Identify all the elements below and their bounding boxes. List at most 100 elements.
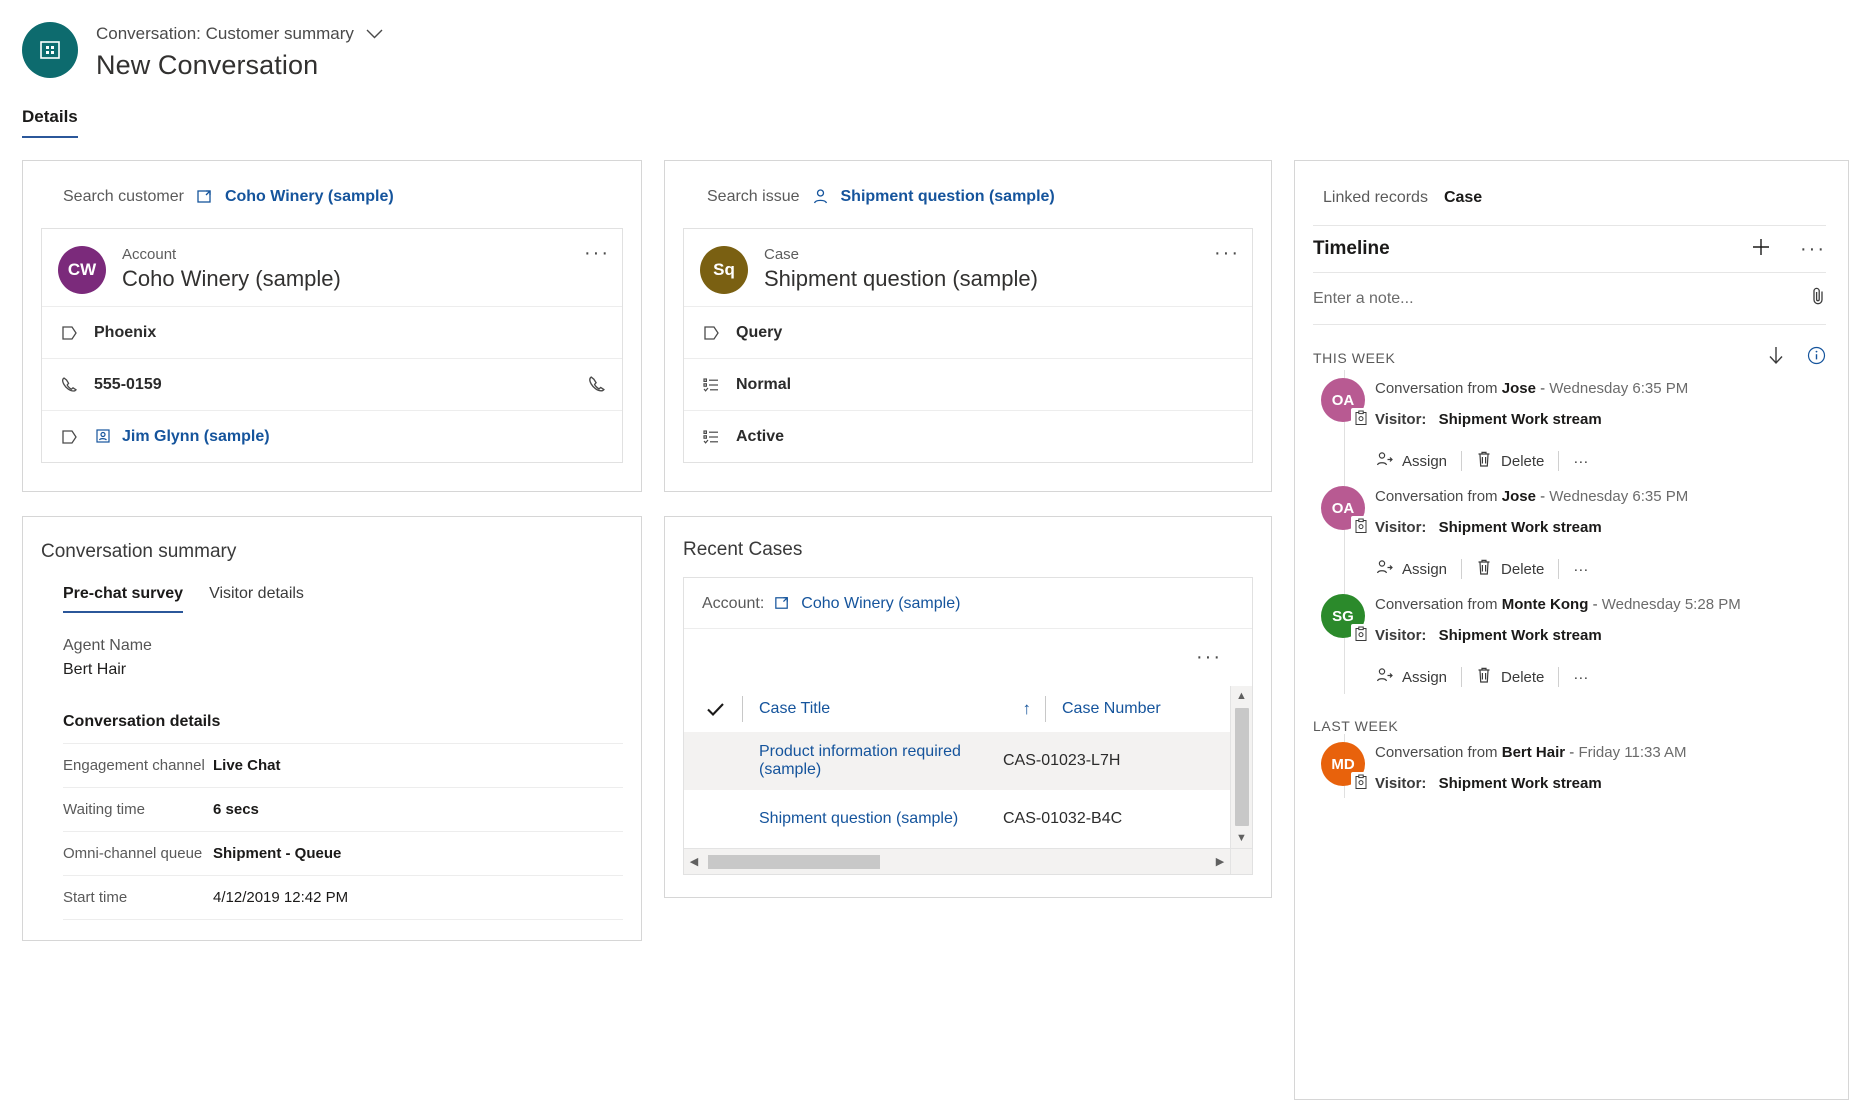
more-options-icon[interactable]: ···	[1573, 453, 1602, 470]
customer-panel: Search customer Coho Winery (sample) CW	[22, 160, 642, 492]
assign-label: Assign	[1402, 453, 1447, 470]
case-status-value: Active	[736, 428, 784, 446]
phone-icon	[58, 376, 80, 394]
customer-search-value[interactable]: Coho Winery (sample)	[225, 188, 394, 206]
delete-label: Delete	[1501, 453, 1544, 470]
timeline-item-prefix: Conversation from	[1375, 596, 1498, 613]
timeline-items-this-week: OA Conversation from Jose - Wednesday 6:…	[1313, 370, 1848, 694]
table-row[interactable]: Product information required (sample) CA…	[684, 732, 1252, 790]
assign-label: Assign	[1402, 669, 1447, 686]
scrollbar-thumb[interactable]	[708, 855, 880, 869]
account-contact-link[interactable]: Jim Glynn (sample)	[94, 427, 270, 446]
timeline-item-dash: -	[1540, 488, 1545, 505]
linked-records-value[interactable]: Case	[1444, 189, 1482, 207]
search-issue-label: Search issue	[707, 188, 800, 206]
column-header-case-number[interactable]: Case Number	[1062, 700, 1252, 718]
timeline-item-field-value: Shipment Work stream	[1439, 627, 1602, 644]
action-divider	[1558, 451, 1559, 471]
column-header-case-title[interactable]: Case Title ↑	[759, 699, 1045, 719]
account-entity-icon	[195, 187, 214, 206]
scroll-up-icon[interactable]: ▲	[1236, 686, 1247, 706]
breadcrumb[interactable]: Conversation: Customer summary	[96, 24, 383, 44]
list-item[interactable]: SG Conversation from Monte Kong - Wednes…	[1313, 586, 1848, 694]
tab-pre-chat-survey[interactable]: Pre-chat survey	[63, 585, 183, 613]
timeline-item-heading: Conversation from Monte Kong - Wednesday…	[1375, 596, 1826, 613]
list-item[interactable]: OA Conversation from Jose - Wednesday 6:…	[1313, 478, 1848, 586]
case-field-priority: Normal	[684, 358, 1252, 410]
case-entity-header: Sq Case Shipment question (sample) ···	[684, 229, 1252, 306]
priority-list-icon	[700, 377, 722, 393]
delete-label: Delete	[1501, 669, 1544, 686]
column-divider	[742, 696, 743, 722]
scroll-left-icon[interactable]: ◀	[684, 855, 704, 868]
horizontal-scrollbar[interactable]: ◀ ▶	[684, 848, 1252, 874]
customer-search-row[interactable]: Search customer Coho Winery (sample)	[23, 161, 641, 228]
list-item[interactable]: OA Conversation from Jose - Wednesday 6:…	[1313, 370, 1848, 478]
more-options-icon[interactable]: ···	[1800, 239, 1826, 259]
recent-cases-table: Case Title ↑ Case Number Product informa…	[684, 686, 1252, 848]
timeline-group-label: THIS WEEK	[1313, 350, 1395, 366]
account-field-contact: Jim Glynn (sample)	[42, 410, 622, 462]
table-row[interactable]: Shipment question (sample) CAS-01032-B4C	[684, 790, 1252, 848]
linked-records-label: Linked records	[1323, 189, 1428, 207]
account-contact-value: Jim Glynn (sample)	[122, 428, 270, 446]
info-icon[interactable]	[1807, 346, 1826, 370]
account-phone-value: 555-0159	[94, 376, 162, 394]
scroll-down-icon[interactable]: ▼	[1236, 828, 1247, 848]
assign-label: Assign	[1402, 561, 1447, 578]
more-options-icon[interactable]: ···	[1573, 669, 1602, 686]
conversation-details-heading: Conversation details	[63, 713, 623, 731]
avatar-initials: CW	[68, 260, 96, 280]
table-row: Engagement channel Live Chat	[63, 744, 623, 788]
paperclip-icon[interactable]	[1811, 286, 1826, 311]
vertical-scrollbar[interactable]: ▲ ▼	[1230, 686, 1252, 848]
tab-details[interactable]: Details	[22, 107, 78, 138]
timeline-item-heading: Conversation from Jose - Wednesday 6:35 …	[1375, 488, 1826, 505]
checkmark-icon[interactable]	[706, 701, 742, 717]
middle-column: Search issue Shipment question (sample) …	[664, 160, 1272, 898]
assign-button[interactable]: Assign	[1375, 558, 1461, 580]
delete-button[interactable]: Delete	[1476, 666, 1558, 688]
scrollbar-track[interactable]	[704, 855, 1210, 869]
more-options-icon[interactable]: ···	[584, 243, 610, 263]
timeline-item-dash: -	[1569, 744, 1574, 761]
trash-icon	[1476, 558, 1492, 580]
case-title-cell[interactable]: Product information required (sample)	[706, 743, 992, 779]
entity-type-label: Case	[764, 246, 1038, 263]
delete-button[interactable]: Delete	[1476, 450, 1558, 472]
chevron-down-icon[interactable]	[366, 29, 383, 39]
note-input-row[interactable]: Enter a note...	[1313, 273, 1826, 325]
arrow-up-icon[interactable]: ↑	[1023, 699, 1046, 719]
contact-entity-icon	[94, 427, 113, 446]
add-icon[interactable]	[1750, 236, 1772, 263]
case-type-value: Query	[736, 324, 782, 342]
account-filter-value[interactable]: Coho Winery (sample)	[801, 595, 960, 613]
omnichannel-app-icon	[22, 22, 78, 78]
more-options-icon[interactable]: ···	[1196, 647, 1222, 667]
timeline-item-field: Visitor: Shipment Work stream	[1375, 411, 1826, 428]
assign-button[interactable]: Assign	[1375, 666, 1461, 688]
agent-name-label: Agent Name	[63, 637, 623, 655]
issue-search-value[interactable]: Shipment question (sample)	[841, 188, 1055, 206]
more-options-icon[interactable]: ···	[1214, 243, 1240, 263]
status-list-icon	[700, 429, 722, 445]
delete-button[interactable]: Delete	[1476, 558, 1558, 580]
timeline-item-time: Wednesday 5:28 PM	[1602, 596, 1741, 613]
scroll-right-icon[interactable]: ▶	[1210, 855, 1230, 868]
call-icon[interactable]	[587, 375, 606, 394]
timeline-item-field: Visitor: Shipment Work stream	[1375, 775, 1826, 792]
tab-visitor-details[interactable]: Visitor details	[209, 585, 304, 613]
scrollbar-thumb[interactable]	[1235, 708, 1249, 826]
detail-value: Shipment - Queue	[213, 845, 341, 862]
assign-button[interactable]: Assign	[1375, 450, 1461, 472]
list-item[interactable]: MD Conversation from Bert Hair - Friday …	[1313, 734, 1848, 798]
arrow-down-icon[interactable]	[1767, 345, 1785, 370]
trash-icon	[1476, 450, 1492, 472]
contact-person-icon	[811, 187, 830, 206]
issue-search-row[interactable]: Search issue Shipment question (sample)	[665, 161, 1271, 228]
case-title-cell[interactable]: Shipment question (sample)	[706, 810, 992, 828]
recent-cases-panel: Recent Cases Account: Coho Winery (sampl…	[664, 516, 1272, 898]
conversation-summary-title: Conversation summary	[23, 517, 641, 563]
more-options-icon[interactable]: ···	[1573, 561, 1602, 578]
timeline-group-header-this-week: THIS WEEK	[1313, 345, 1826, 370]
